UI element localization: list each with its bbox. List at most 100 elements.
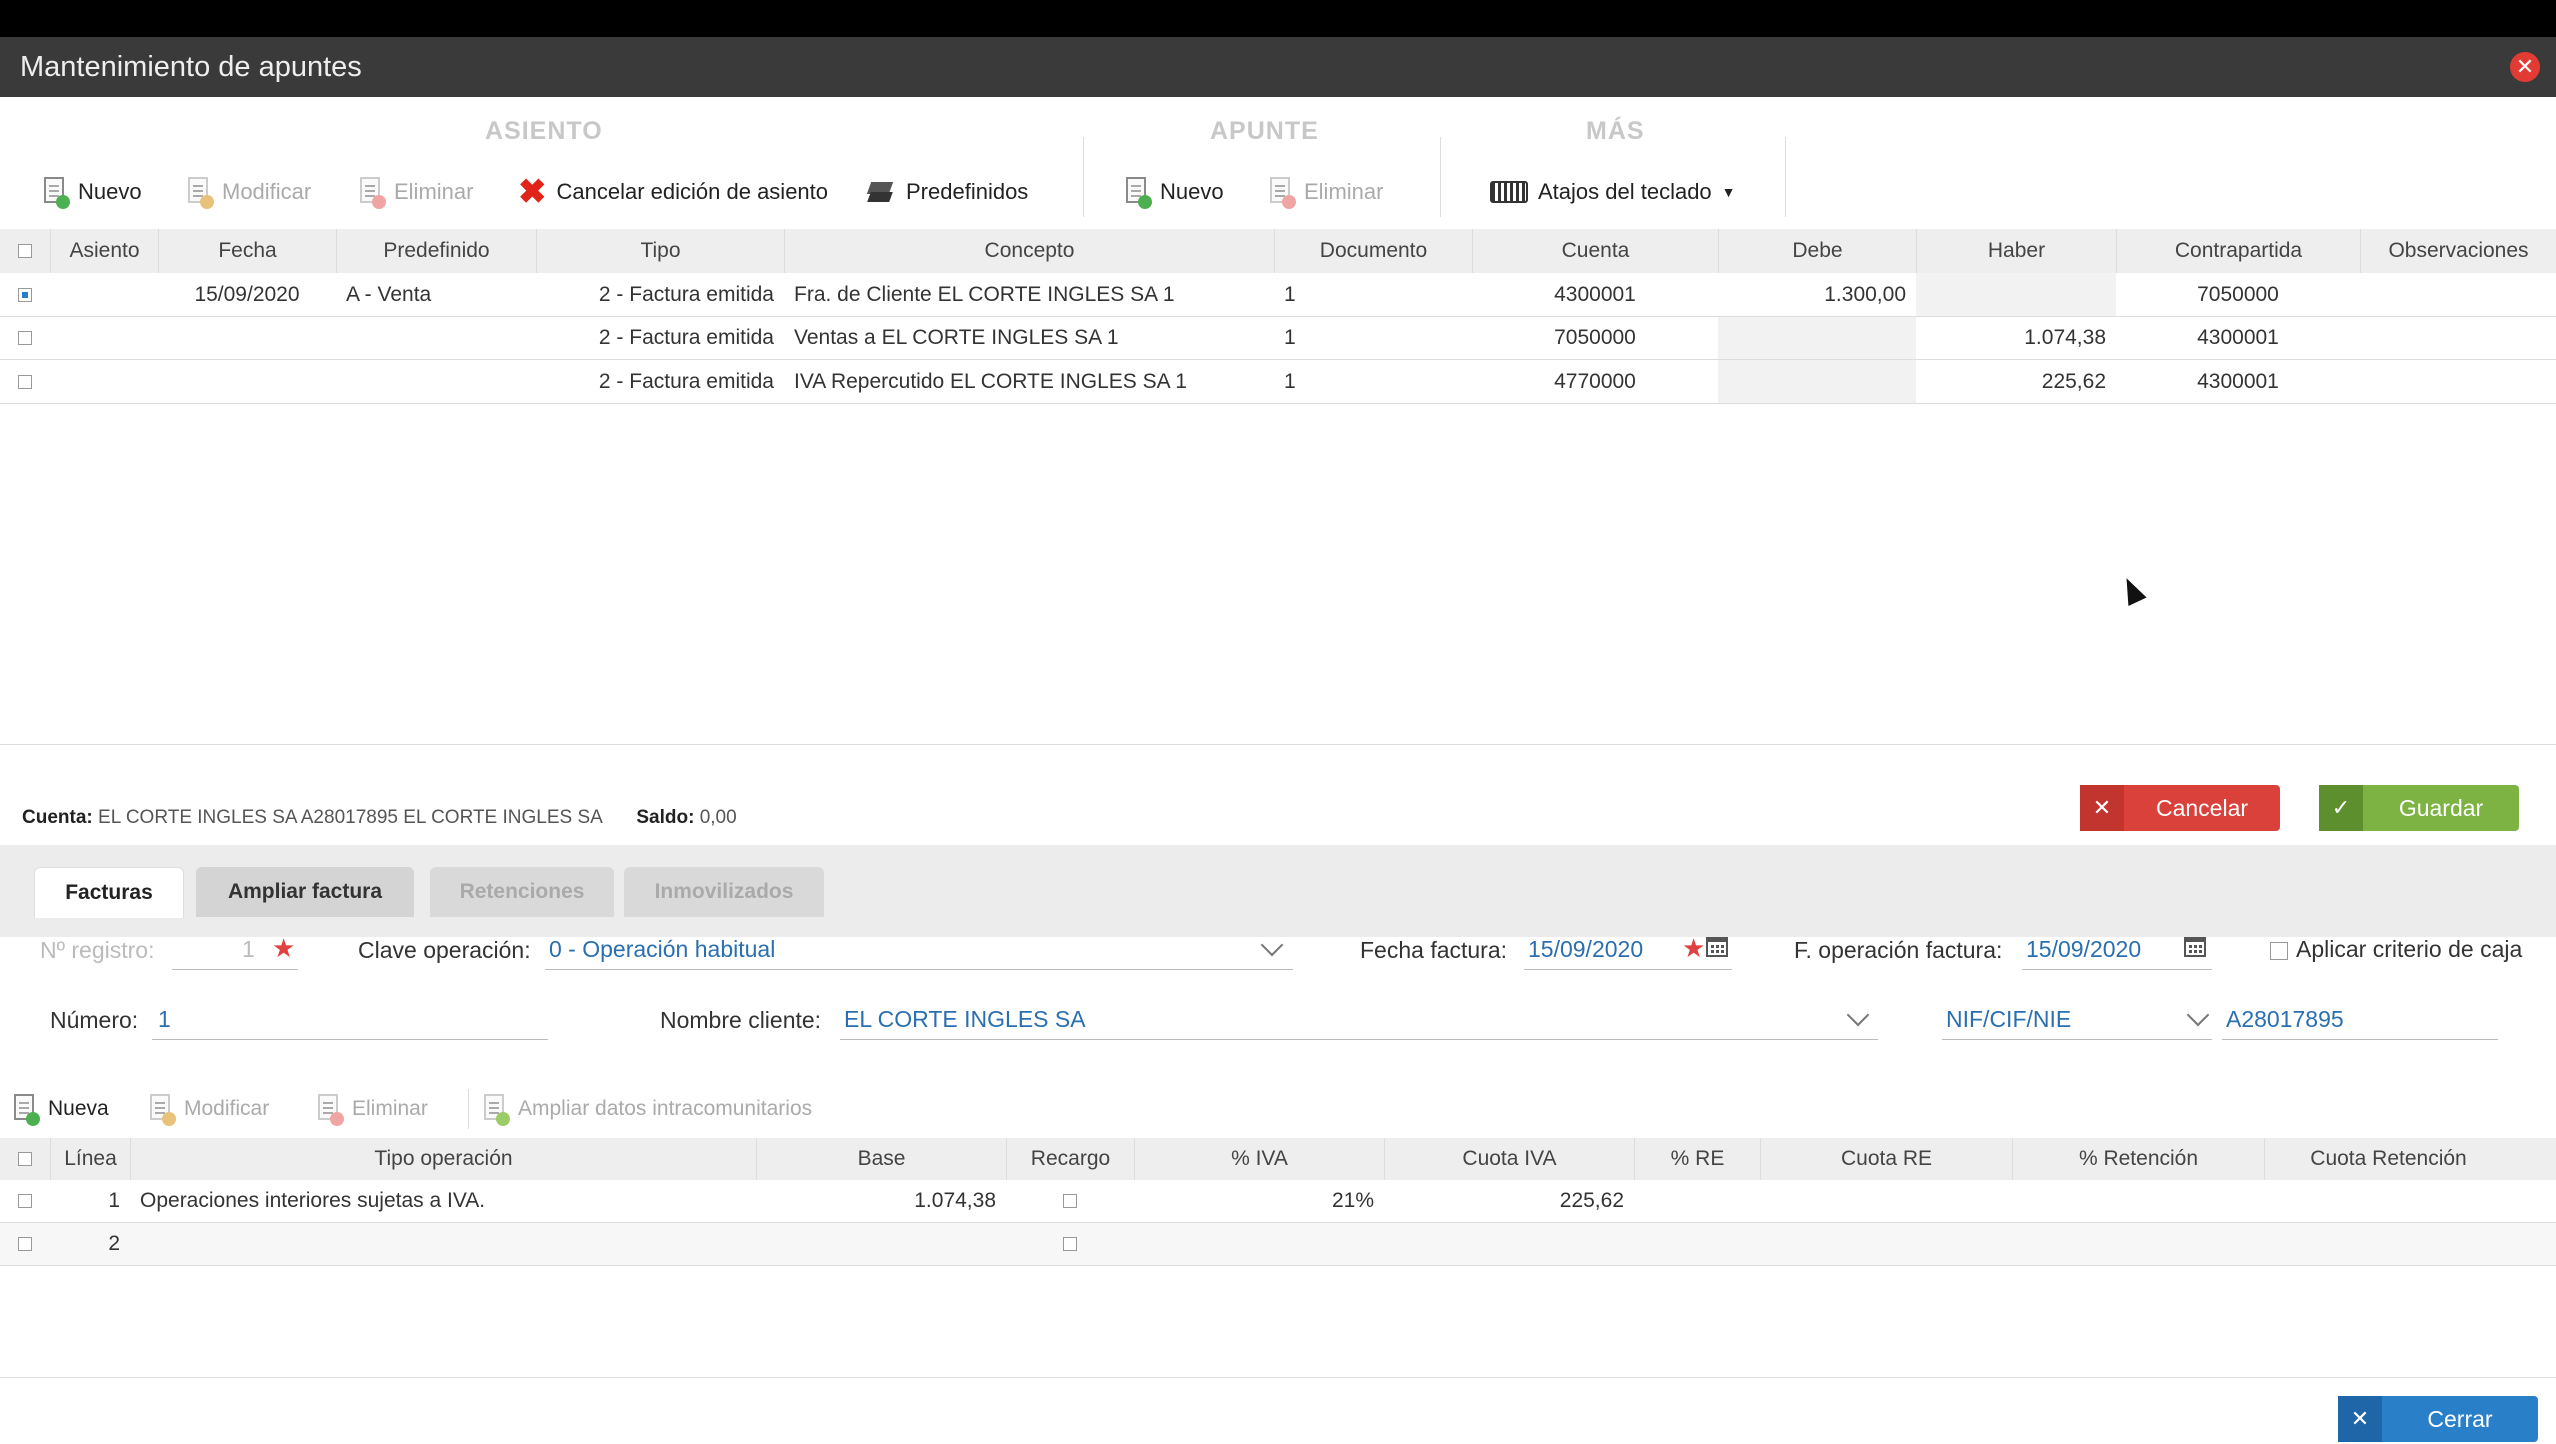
checkbox[interactable] (18, 1237, 32, 1251)
apunte-eliminar-button[interactable]: Eliminar (1268, 172, 1383, 212)
cell-concepto[interactable]: Fra. de Cliente EL CORTE INGLES SA 1 (784, 273, 1274, 316)
select-all-lines-checkbox[interactable] (0, 1138, 50, 1180)
checkbox[interactable] (18, 287, 32, 302)
cell-haber[interactable]: 1.074,38 (1916, 317, 2116, 359)
cell-linea[interactable]: 2 (50, 1223, 130, 1265)
col-recargo[interactable]: Recargo (1006, 1138, 1134, 1180)
linea-eliminar-button[interactable]: Eliminar (316, 1089, 428, 1129)
recargo-checkbox[interactable] (1063, 1237, 1077, 1251)
cell-contrapartida[interactable]: 4300001 (2116, 317, 2360, 359)
tab-facturas[interactable]: Facturas (34, 867, 184, 918)
cell-tipo[interactable]: 2 - Factura emitida (536, 317, 784, 359)
cell-base[interactable]: 1.074,38 (756, 1180, 1006, 1222)
close-window-icon[interactable]: ✕ (2510, 52, 2540, 82)
asiento-eliminar-button[interactable]: Eliminar (358, 172, 473, 212)
cell-cuenta[interactable]: 4770000 (1472, 360, 1718, 403)
cell-fecha[interactable]: 15/09/2020 (158, 273, 336, 316)
col-base[interactable]: Base (756, 1138, 1006, 1180)
cell-documento[interactable]: 1 (1274, 273, 1472, 316)
cancelar-edicion-button[interactable]: ✖ Cancelar edición de asiento (518, 172, 828, 212)
atajos-teclado-dropdown[interactable]: Atajos del teclado ▼ (1490, 172, 1736, 212)
cancelar-button[interactable]: ✕ Cancelar (2080, 785, 2280, 831)
table-row[interactable]: 15/09/2020 A - Venta 2 - Factura emitida… (0, 273, 2556, 316)
cell-recargo[interactable] (1006, 1223, 1134, 1265)
calendar-icon[interactable] (1706, 937, 1728, 957)
col-cuenta[interactable]: Cuenta (1472, 229, 1718, 273)
checkbox[interactable] (18, 244, 32, 258)
row-checkbox[interactable] (0, 317, 50, 359)
cell-iva[interactable]: 21% (1134, 1180, 1384, 1222)
col-observaciones[interactable]: Observaciones (2360, 229, 2556, 273)
col-retencion[interactable]: % Retención (2012, 1138, 2264, 1180)
cell-predefinido[interactable]: A - Venta (336, 273, 536, 316)
col-haber[interactable]: Haber (1916, 229, 2116, 273)
cell-linea[interactable]: 1 (50, 1180, 130, 1222)
col-predefinido[interactable]: Predefinido (336, 229, 536, 273)
cell-debe[interactable] (1718, 360, 1916, 403)
col-iva[interactable]: % IVA (1134, 1138, 1384, 1180)
cell-tipo[interactable]: 2 - Factura emitida (536, 273, 784, 316)
cell-documento[interactable]: 1 (1274, 360, 1472, 403)
linea-modificar-button[interactable]: Modificar (148, 1089, 269, 1129)
checkbox[interactable] (18, 331, 32, 345)
checkbox[interactable] (18, 374, 32, 389)
tab-inmovilizados[interactable]: Inmovilizados (624, 867, 824, 917)
recargo-checkbox[interactable] (1063, 1194, 1077, 1208)
cell-tipo-operacion[interactable]: Operaciones interiores sujetas a IVA. (130, 1180, 756, 1222)
checkbox[interactable] (18, 1152, 32, 1166)
table-row[interactable]: 2 - Factura emitida Ventas a EL CORTE IN… (0, 317, 2556, 359)
cell-contrapartida[interactable]: 7050000 (2116, 273, 2360, 316)
cell-haber[interactable]: 225,62 (1916, 360, 2116, 403)
table-row[interactable]: 1 Operaciones interiores sujetas a IVA. … (0, 1180, 2556, 1222)
table-row[interactable]: 2 (0, 1223, 2556, 1265)
checkbox[interactable] (18, 1194, 32, 1208)
cell-documento[interactable]: 1 (1274, 317, 1472, 359)
asiento-modificar-button[interactable]: Modificar (186, 172, 311, 212)
col-linea[interactable]: Línea (50, 1138, 130, 1180)
clave-select[interactable]: 0 - Operación habitual (549, 936, 775, 963)
chevron-down-icon[interactable] (1260, 933, 1284, 957)
row-checkbox[interactable] (0, 273, 50, 316)
cerrar-button[interactable]: ✕ Cerrar (2338, 1396, 2538, 1442)
cell-recargo[interactable] (1006, 1180, 1134, 1222)
col-asiento[interactable]: Asiento (50, 229, 158, 273)
table-row[interactable]: 2 - Factura emitida IVA Repercutido EL C… (0, 360, 2556, 403)
registro-field[interactable] (172, 969, 298, 970)
nif-type-select[interactable]: NIF/CIF/NIE (1946, 1006, 2071, 1033)
cell-contrapartida[interactable]: 4300001 (2116, 360, 2360, 403)
col-debe[interactable]: Debe (1718, 229, 1916, 273)
row-checkbox[interactable] (0, 1223, 50, 1265)
cell-debe[interactable] (1718, 317, 1916, 359)
fecha-input[interactable]: 15/09/2020 (1528, 936, 1643, 963)
ampliar-intracomunitarios-button[interactable]: Ampliar datos intracomunitarios (482, 1089, 812, 1129)
apunte-nuevo-button[interactable]: Nuevo (1124, 172, 1224, 212)
cell-cuota-iva[interactable]: 225,62 (1384, 1180, 1634, 1222)
linea-nueva-button[interactable]: Nueva (12, 1089, 109, 1129)
col-cuota-iva[interactable]: Cuota IVA (1384, 1138, 1634, 1180)
nombre-select[interactable]: EL CORTE INGLES SA (844, 1006, 1086, 1033)
cell-concepto[interactable]: Ventas a EL CORTE INGLES SA 1 (784, 317, 1274, 359)
numero-input[interactable]: 1 (158, 1006, 171, 1033)
cell-concepto[interactable]: IVA Repercutido EL CORTE INGLES SA 1 (784, 360, 1274, 403)
col-cuota-retencion[interactable]: Cuota Retención (2264, 1138, 2512, 1180)
cell-tipo[interactable]: 2 - Factura emitida (536, 360, 784, 403)
calendar-icon[interactable] (2184, 937, 2206, 957)
row-checkbox[interactable] (0, 1180, 50, 1222)
row-checkbox[interactable] (0, 360, 50, 403)
foper-input[interactable]: 15/09/2020 (2026, 936, 2141, 963)
col-cuota-re[interactable]: Cuota RE (1760, 1138, 2012, 1180)
predefinidos-button[interactable]: Predefinidos (866, 172, 1028, 212)
col-tipo-operacion[interactable]: Tipo operación (130, 1138, 756, 1180)
cell-tipo-operacion[interactable] (130, 1223, 756, 1265)
cell-debe[interactable]: 1.300,00 (1718, 273, 1916, 316)
col-tipo[interactable]: Tipo (536, 229, 784, 273)
col-re[interactable]: % RE (1634, 1138, 1760, 1180)
cell-haber[interactable] (1916, 273, 2116, 316)
tab-retenciones[interactable]: Retenciones (430, 867, 614, 917)
cell-cuenta[interactable]: 4300001 (1472, 273, 1718, 316)
chevron-down-icon[interactable] (2186, 1003, 2210, 1027)
asiento-nuevo-button[interactable]: Nuevo (42, 172, 142, 212)
criterio-caja-checkbox[interactable] (2270, 942, 2288, 960)
col-concepto[interactable]: Concepto (784, 229, 1274, 273)
col-contrapartida[interactable]: Contrapartida (2116, 229, 2360, 273)
